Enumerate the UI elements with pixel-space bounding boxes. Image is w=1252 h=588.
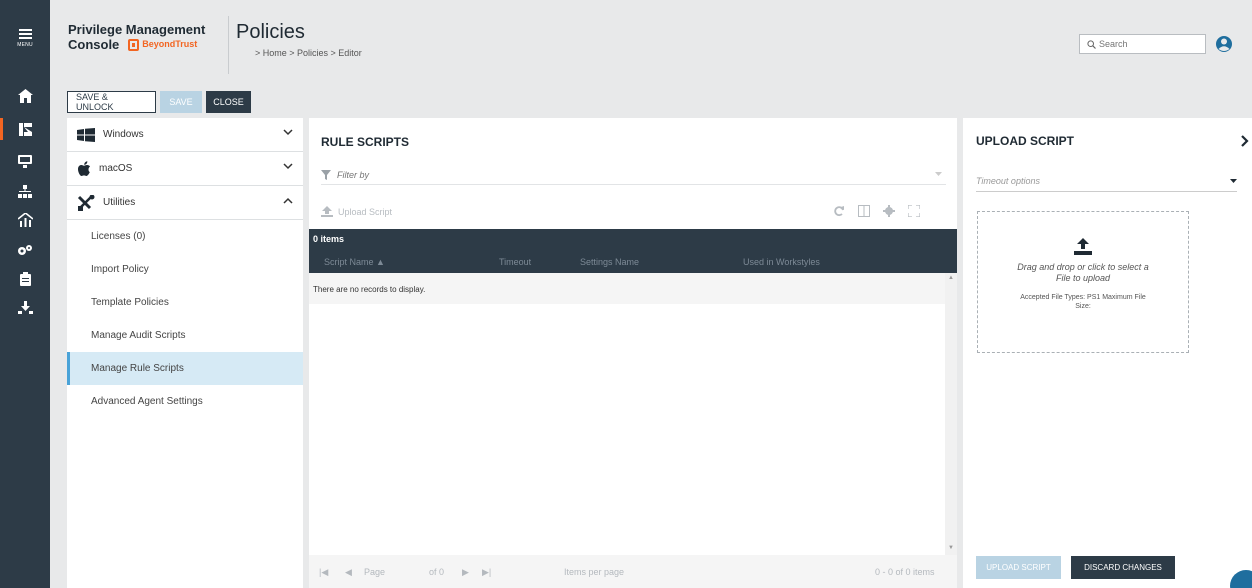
accordion-utilities[interactable]: Utilities [67, 186, 303, 220]
beyondtrust-logo: BeyondTrust [128, 37, 197, 52]
accepted-file-types: Accepted File Types: PS1 Maximum File Si… [1020, 294, 1146, 310]
upload-icon [1074, 238, 1092, 255]
menu-button[interactable]: MENU [0, 0, 50, 74]
sidebar-item-advanced-agent-settings[interactable]: Advanced Agent Settings [67, 385, 303, 418]
search-icon [1087, 39, 1096, 49]
apple-icon [78, 160, 90, 176]
header: Privilege Management Console BeyondTrust… [50, 0, 1252, 74]
timeout-placeholder: Timeout options [976, 176, 1040, 186]
sidebar-item-manage-audit-scripts[interactable]: Manage Audit Scripts [67, 319, 303, 352]
menu-label: MENU [17, 41, 33, 48]
page-title: Policies [236, 21, 305, 43]
product-brand[interactable]: Privilege Management Console BeyondTrust [68, 22, 248, 52]
accordion-utilities-label: Utilities [103, 197, 136, 208]
tools-icon [77, 194, 95, 211]
chevron-down-icon [283, 163, 293, 170]
breadcrumb[interactable]: > Home > Policies > Editor [255, 48, 362, 58]
editor-toolbar: SAVE & UNLOCK SAVE CLOSE [67, 91, 251, 113]
policy-sidebar: Windows macOS Utilities Licenses (0) Imp… [67, 118, 303, 588]
home-icon[interactable] [0, 81, 50, 111]
upload-script-panel: UPLOAD SCRIPT Timeout options Drag and d… [963, 118, 1252, 588]
first-page-icon[interactable]: |◀ [319, 567, 328, 578]
upload-script-button[interactable]: UPLOAD SCRIPT [976, 556, 1061, 579]
header-divider [228, 16, 229, 74]
scroll-down-icon[interactable]: ▼ [948, 545, 954, 551]
filter-bar[interactable] [321, 166, 946, 185]
column-timeout[interactable]: Timeout [499, 257, 531, 267]
grid-header: 0 items Script Name ▲ Timeout Settings N… [309, 229, 957, 273]
analytics-icon[interactable] [0, 205, 50, 235]
scroll-up-icon[interactable]: ▲ [948, 275, 954, 281]
caret-down-icon[interactable] [935, 172, 942, 176]
fullscreen-icon[interactable] [908, 205, 920, 217]
brand-name: BeyondTrust [142, 39, 198, 49]
filter-icon [321, 170, 331, 180]
refresh-icon[interactable] [833, 205, 845, 217]
sidebar-item-template-policies[interactable]: Template Policies [67, 286, 303, 319]
empty-message: There are no records to display. [309, 273, 945, 304]
items-per-page-label: Items per page [564, 567, 625, 577]
timeout-select[interactable]: Timeout options [976, 176, 1237, 192]
accordion-windows-label: Windows [103, 129, 144, 140]
accordion-macos-label: macOS [99, 163, 133, 174]
chevron-down-icon [283, 129, 293, 136]
filter-input[interactable] [337, 170, 917, 180]
column-settings-name[interactable]: Settings Name [580, 257, 639, 267]
sidebar-item-manage-rule-scripts[interactable]: Manage Rule Scripts [67, 352, 303, 385]
save-unlock-button[interactable]: SAVE & UNLOCK [67, 91, 156, 113]
panel-title: RULE SCRIPTS [321, 135, 410, 149]
chevron-up-icon [283, 197, 293, 204]
download-icon[interactable] [0, 292, 50, 322]
upload-script-link[interactable]: Upload Script [321, 206, 392, 217]
pager: |◀ ◀ Page of 0 ▶ ▶| Items per page 0 - 0… [309, 555, 957, 588]
gear-icon[interactable] [883, 205, 895, 217]
settings-icon[interactable] [0, 235, 50, 265]
column-used-in-workstyles[interactable]: Used in Workstyles [743, 257, 820, 267]
chevron-right-icon[interactable] [1241, 135, 1249, 147]
upload-script-label: Upload Script [338, 206, 393, 217]
pager-summary: 0 - 0 of 0 items [875, 567, 935, 577]
accordion-macos[interactable]: macOS [67, 152, 303, 186]
windows-icon [77, 127, 95, 142]
next-page-icon[interactable]: ▶ [462, 567, 469, 578]
file-dropzone[interactable]: Drag and drop or click to select a File … [977, 211, 1189, 353]
rule-scripts-panel: RULE SCRIPTS Upload Script 0 items Scrip… [309, 118, 957, 588]
upload-panel-title: UPLOAD SCRIPT [976, 134, 1075, 148]
user-icon[interactable] [1213, 33, 1235, 55]
policy-icon[interactable] [0, 114, 50, 144]
last-page-icon[interactable]: ▶| [482, 567, 491, 578]
hamburger-icon [18, 27, 32, 41]
clipboard-icon[interactable] [0, 264, 50, 294]
grid-scrollbar[interactable]: ▲ ▼ [945, 273, 957, 555]
caret-down-icon [1230, 179, 1237, 183]
page-label: Page [364, 567, 386, 577]
discard-changes-button[interactable]: DISCARD CHANGES [1071, 556, 1175, 579]
close-button[interactable]: CLOSE [206, 91, 251, 113]
accordion-windows[interactable]: Windows [67, 118, 303, 152]
beyondtrust-logo-icon [128, 38, 140, 51]
search-box[interactable] [1079, 34, 1206, 54]
column-script-name[interactable]: Script Name ▲ [324, 257, 385, 267]
dropzone-message: Drag and drop or click to select a File … [1017, 262, 1149, 283]
computers-icon[interactable] [0, 146, 50, 176]
product-name-line2: Console [68, 37, 120, 52]
prev-page-icon[interactable]: ◀ [345, 567, 352, 578]
sidebar-item-licenses[interactable]: Licenses (0) [67, 220, 303, 253]
page-of-label: of 0 [429, 567, 445, 577]
hierarchy-icon[interactable] [0, 176, 50, 206]
upload-icon [321, 206, 333, 217]
left-nav: MENU [0, 0, 50, 588]
sidebar-item-import-policy[interactable]: Import Policy [67, 253, 303, 286]
columns-icon[interactable] [858, 205, 870, 217]
product-name-line1: Privilege Management [68, 22, 206, 37]
item-count: 0 items [313, 234, 345, 244]
grid-tools [833, 205, 920, 217]
search-input[interactable] [1099, 39, 1199, 49]
save-button[interactable]: SAVE [160, 91, 202, 113]
